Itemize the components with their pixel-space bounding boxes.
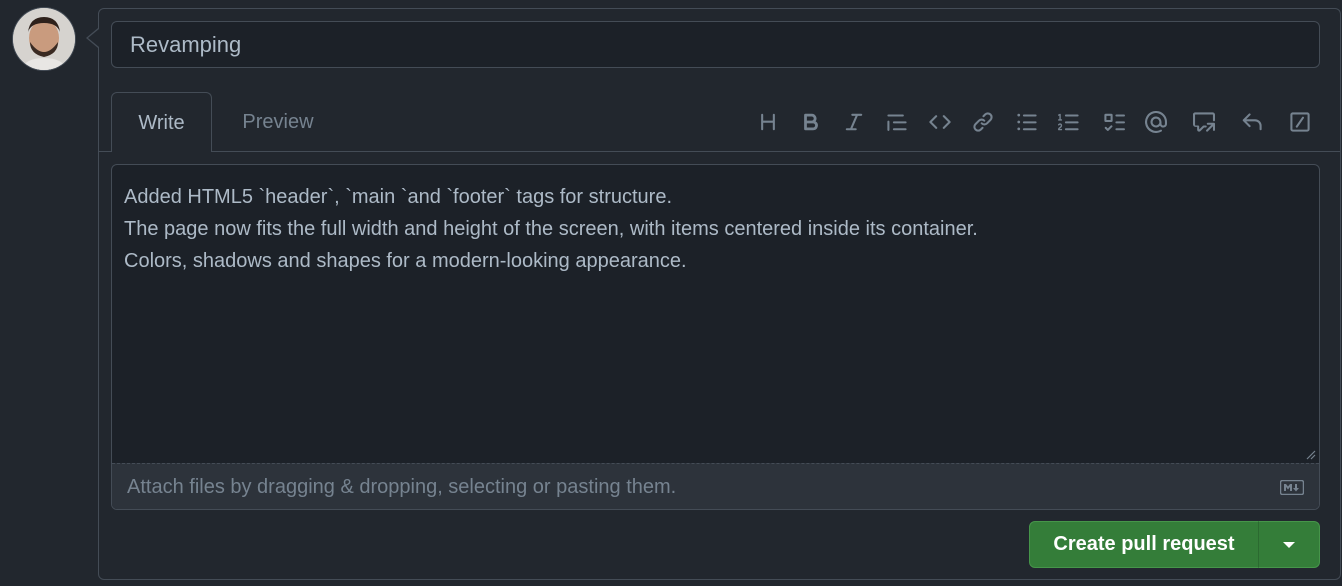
markdown-icon[interactable] [1280,480,1304,495]
italic-icon[interactable] [839,107,869,137]
tab-write[interactable]: Write [111,92,212,152]
comment-body-textarea[interactable]: Added HTML5 `header`, `main `and `footer… [112,165,1319,463]
title-input[interactable] [111,21,1320,68]
triangle-down-icon [1283,542,1295,548]
quote-icon[interactable] [882,107,912,137]
link-icon[interactable] [968,107,998,137]
comment-box: Write Preview [98,8,1341,580]
saved-replies-icon[interactable] [1237,107,1267,137]
resize-handle-icon[interactable] [1306,450,1316,460]
attach-hint: Attach files by dragging & dropping, sel… [127,476,677,498]
avatar[interactable] [13,8,75,70]
comment-editor: Added HTML5 `header`, `main `and `footer… [111,164,1320,510]
comment-caret-inner [88,29,99,47]
ordered-list-icon[interactable] [1054,107,1084,137]
file-attachment-area[interactable]: Attach files by dragging & dropping, sel… [112,463,1319,509]
slash-commands-icon[interactable] [1285,107,1315,137]
create-pr-button-group: Create pull request [1029,521,1321,568]
task-list-icon[interactable] [1099,107,1129,137]
unordered-list-icon[interactable] [1012,107,1042,137]
body-line-3: Colors, shadows and shapes for a modern-… [124,250,687,272]
create-pull-request-button[interactable]: Create pull request [1029,521,1259,568]
bold-icon[interactable] [796,107,826,137]
code-icon[interactable] [925,107,955,137]
reference-icon[interactable] [1189,107,1219,137]
body-line-2: The page now fits the full width and hei… [124,218,978,240]
body-line-1: Added HTML5 `header`, `main `and `footer… [124,186,673,208]
tab-preview[interactable]: Preview [227,92,329,152]
heading-icon[interactable] [753,107,783,137]
create-pr-options-button[interactable] [1258,521,1320,568]
mention-icon[interactable] [1141,107,1171,137]
